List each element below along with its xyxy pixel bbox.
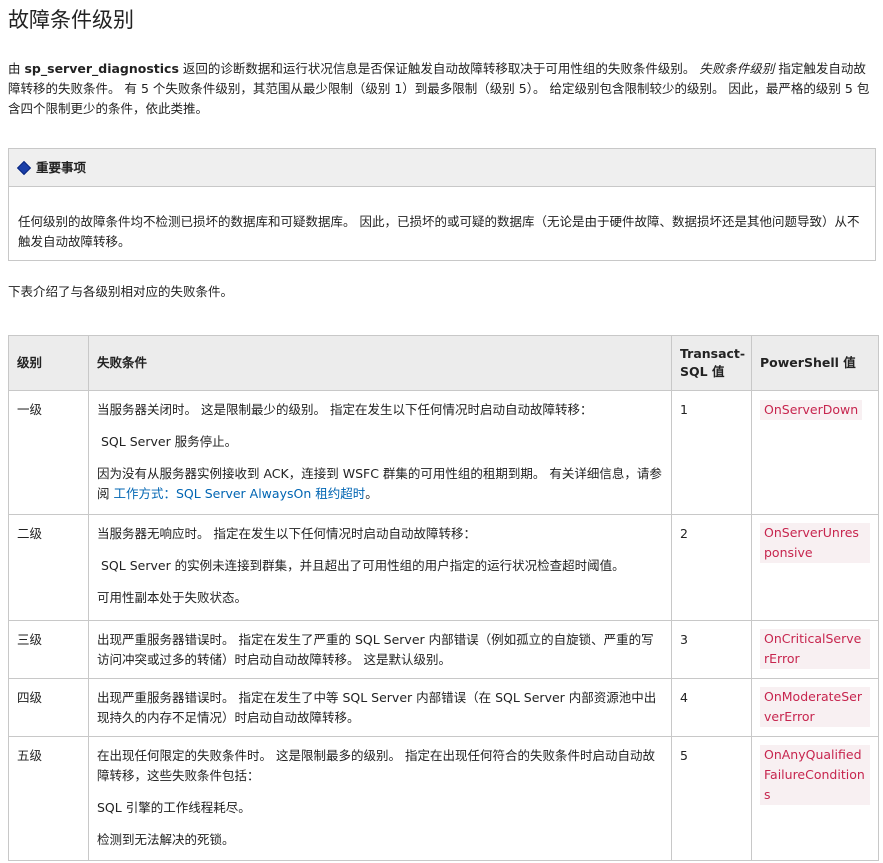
condition-cell: 出现严重服务器错误时。 指定在发生了中等 SQL Server 内部错误（在 S… (88, 678, 672, 737)
table-row: 三级 出现严重服务器错误时。 指定在发生了严重的 SQL Server 内部错误… (8, 620, 879, 679)
condition-text: SQL Server 服务停止。 (101, 434, 238, 449)
table-header-row: 级别 失败条件 Transact-SQL 值 PowerShell 值 (8, 335, 879, 391)
header-powershell: PowerShell 值 (751, 335, 879, 391)
important-alert: 重要事项 任何级别的故障条件均不检测已损坏的数据库和可疑数据库。 因此，已损坏的… (8, 148, 876, 261)
level-cell: 二级 (8, 514, 89, 621)
alert-header: 重要事项 (9, 149, 875, 187)
condition-cell: 出现严重服务器错误时。 指定在发生了严重的 SQL Server 内部错误（例如… (88, 620, 672, 679)
intro-prefix: 由 (8, 61, 25, 76)
article: 故障条件级别 由 sp_server_diagnostics 返回的诊断数据和运… (0, 0, 883, 863)
powershell-value: OnServerUnresponsive (760, 523, 870, 563)
table-row: 五级 在出现任何限定的失败条件时。 这是限制最多的级别。 指定在出现任何符合的失… (8, 736, 879, 861)
table-row: 四级 出现严重服务器错误时。 指定在发生了中等 SQL Server 内部错误（… (8, 678, 879, 737)
powershell-cell: OnModerateServerError (751, 678, 879, 737)
condition-text: 出现严重服务器错误时。 指定在发生了严重的 SQL Server 内部错误（例如… (97, 632, 654, 667)
condition-text: SQL 引擎的工作线程耗尽。 (97, 800, 251, 815)
condition-text: 可用性副本处于失败状态。 (97, 590, 248, 605)
diamond-icon (16, 160, 32, 175)
failure-level-table: 级别 失败条件 Transact-SQL 值 PowerShell 值 一级 当… (8, 335, 879, 861)
tsql-cell: 2 (671, 514, 752, 621)
condition-text: 当服务器无响应时。 指定在发生以下任何情况时启动自动故障转移： (97, 526, 476, 541)
powershell-value: OnServerDown (760, 400, 863, 420)
condition-text: 在出现任何限定的失败条件时。 这是限制最多的级别。 指定在出现任何符合的失败条件… (97, 748, 655, 783)
condition-text: 因为没有从服务器实例接收到 ACK，连接到 WSFC 群集的可用性组的租期到期。… (97, 464, 663, 504)
alert-heading: 重要事项 (36, 159, 87, 175)
tsql-cell: 3 (671, 620, 752, 679)
tsql-cell: 5 (671, 736, 752, 861)
powershell-cell: OnCriticalServerError (751, 620, 879, 679)
condition-text: 出现严重服务器错误时。 指定在发生了中等 SQL Server 内部错误（在 S… (97, 690, 657, 725)
powershell-cell: OnAnyQualifiedFailureConditions (751, 736, 879, 861)
intro-mid: 返回的诊断数据和运行状况信息是否保证触发自动故障转移取决于可用性组的失败条件级别… (178, 61, 700, 76)
level-cell: 三级 (8, 620, 89, 679)
condition-cell: 在出现任何限定的失败条件时。 这是限制最多的级别。 指定在出现任何符合的失败条件… (88, 736, 672, 861)
powershell-cell: OnServerDown (751, 390, 879, 515)
condition-text: SQL Server 的实例未连接到群集，并且超出了可用性组的用户指定的运行状况… (101, 558, 625, 573)
condition-cell: 当服务器关闭时。 这是限制最少的级别。 指定在发生以下任何情况时启动自动故障转移… (88, 390, 672, 515)
alert-body: 任何级别的故障条件均不检测已损坏的数据库和可疑数据库。 因此，已损坏的或可疑的数… (18, 214, 860, 249)
header-tsql: Transact-SQL 值 (671, 335, 752, 391)
intro-code-term: sp_server_diagnostics (24, 61, 179, 76)
level-cell: 五级 (8, 736, 89, 861)
tsql-cell: 4 (671, 678, 752, 737)
header-condition: 失败条件 (88, 335, 672, 391)
powershell-value: OnModerateServerError (760, 687, 870, 727)
header-level: 级别 (8, 335, 89, 391)
powershell-value: OnAnyQualifiedFailureConditions (760, 745, 870, 805)
intro-paragraph: 由 sp_server_diagnostics 返回的诊断数据和运行状况信息是否… (8, 59, 876, 119)
lease-timeout-link[interactable]: 工作方式：SQL Server AlwaysOn 租约超时 (113, 486, 365, 501)
condition-text: 检测到无法解决的死锁。 (97, 832, 235, 847)
intro-italic-term: 失败条件级别 (699, 61, 775, 76)
level-cell: 四级 (8, 678, 89, 737)
tsql-cell: 1 (671, 390, 752, 515)
table-intro: 下表介绍了与各级别相对应的失败条件。 (8, 284, 234, 299)
condition-cell: 当服务器无响应时。 指定在发生以下任何情况时启动自动故障转移： SQL Serv… (88, 514, 672, 621)
page-title: 故障条件级别 (8, 8, 134, 32)
level-cell: 一级 (8, 390, 89, 515)
condition-text-end: 。 (365, 486, 378, 501)
table-row: 二级 当服务器无响应时。 指定在发生以下任何情况时启动自动故障转移： SQL S… (8, 514, 879, 621)
powershell-cell: OnServerUnresponsive (751, 514, 879, 621)
condition-text: 当服务器关闭时。 这是限制最少的级别。 指定在发生以下任何情况时启动自动故障转移… (97, 402, 593, 417)
table-row: 一级 当服务器关闭时。 这是限制最少的级别。 指定在发生以下任何情况时启动自动故… (8, 390, 879, 515)
powershell-value: OnCriticalServerError (760, 629, 870, 669)
